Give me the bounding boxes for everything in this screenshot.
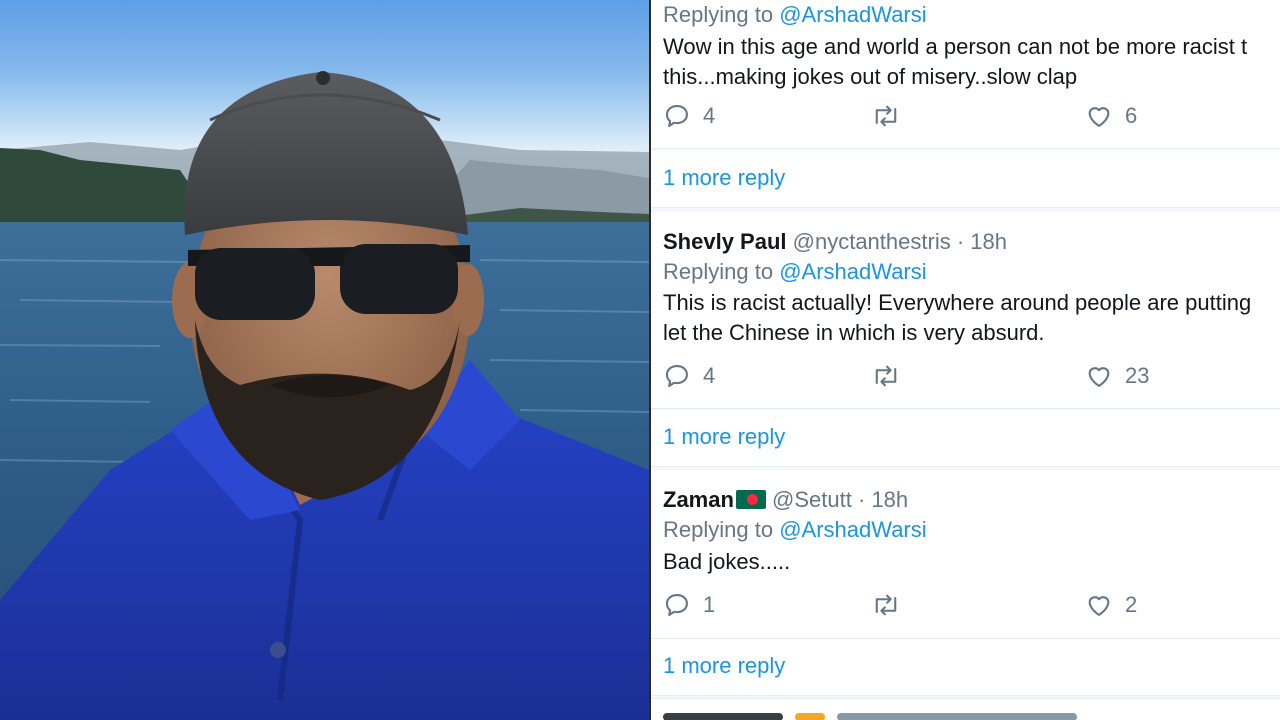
reply-button[interactable]: 4 [663, 102, 715, 130]
reply-button[interactable]: 1 [663, 591, 715, 619]
replying-to-link[interactable]: @ArshadWarsi [779, 259, 926, 284]
tweet-reply-2[interactable]: Shevly Paul @nyctanthestris · 18h Replyi… [651, 212, 1280, 409]
reply-count: 4 [703, 363, 716, 388]
retweet-button[interactable] [871, 102, 913, 130]
replying-to-line: Replying to @ArshadWarsi [663, 2, 927, 28]
like-count: 2 [1125, 592, 1138, 617]
like-button[interactable]: 6 [1085, 102, 1137, 130]
bangladesh-flag-icon [735, 490, 766, 509]
like-button[interactable]: 2 [1085, 591, 1137, 619]
replying-label: Replying to [663, 517, 774, 542]
tweet-text-line-1: Bad jokes..... [663, 549, 791, 574]
replying-to-link[interactable]: @ArshadWarsi [779, 517, 926, 542]
replying-to-link[interactable]: @ArshadWarsi [779, 2, 926, 27]
more-replies-link[interactable]: 1 more reply [663, 653, 785, 679]
tweet-header: Zaman @Setutt · 18h [663, 487, 908, 513]
author-name[interactable]: Zaman [663, 487, 734, 512]
tweet-reply-3[interactable]: Zaman @Setutt · 18h Replying to @ArshadW… [651, 470, 1280, 639]
tweet-reply-1[interactable]: Replying to @ArshadWarsi Wow in this age… [651, 0, 1280, 149]
reply-icon [665, 594, 688, 617]
more-replies-row[interactable]: 1 more reply [651, 151, 1280, 208]
retweet-button[interactable] [871, 591, 913, 619]
more-replies-row[interactable]: 1 more reply [651, 410, 1280, 467]
tweet-text-line-1: This is racist actually! Everywhere arou… [663, 290, 1252, 315]
tweet-text-line-1: Wow in this age and world a person can n… [663, 34, 1248, 59]
like-count: 23 [1125, 363, 1150, 388]
retweet-icon [875, 594, 897, 616]
like-button[interactable]: 23 [1085, 362, 1149, 390]
author-handle[interactable]: @Setutt [772, 487, 852, 512]
more-replies-link[interactable]: 1 more reply [663, 165, 785, 191]
retweet-button[interactable] [871, 362, 913, 390]
replying-label: Replying to [663, 2, 774, 27]
photo-illustration [0, 71, 649, 720]
reply-icon [665, 105, 688, 128]
like-icon [1088, 107, 1110, 127]
author-handle[interactable]: @nyctanthestris [793, 229, 951, 254]
replying-to-line: Replying to @ArshadWarsi [663, 259, 927, 285]
like-icon [1088, 367, 1110, 387]
reply-count: 1 [703, 592, 716, 617]
author-name[interactable]: Shevly Paul [663, 229, 787, 254]
reply-count: 4 [703, 103, 716, 128]
cropped-tweet-header [663, 713, 1133, 720]
more-replies-row[interactable]: 1 more reply [651, 639, 1280, 696]
tweet-time[interactable]: · 18h [858, 487, 908, 512]
tweet-actions: 1 2 [663, 591, 1263, 621]
more-replies-link[interactable]: 1 more reply [663, 424, 785, 450]
next-tweet-cropped[interactable] [651, 698, 1280, 720]
tweet-time[interactable]: · 18h [957, 229, 1007, 254]
tweet-text-line-2: let the Chinese in which is very absurd. [663, 320, 1045, 345]
tweet-text-line-2: this...making jokes out of misery..slow … [663, 64, 1078, 89]
like-icon [1088, 596, 1110, 616]
reply-icon [665, 365, 688, 388]
replying-to-line: Replying to @ArshadWarsi [663, 517, 927, 543]
tweet-header: Shevly Paul @nyctanthestris · 18h [663, 229, 1007, 255]
replying-label: Replying to [663, 259, 774, 284]
like-count: 6 [1125, 103, 1138, 128]
retweet-icon [875, 105, 897, 127]
replies-feed[interactable]: Replying to @ArshadWarsi Wow in this age… [651, 0, 1280, 720]
tweet-actions: 4 6 [663, 102, 1263, 132]
tweet-actions: 4 23 [663, 362, 1263, 392]
retweet-icon [875, 365, 897, 387]
reply-button[interactable]: 4 [663, 362, 715, 390]
selfie-photo [0, 0, 649, 720]
